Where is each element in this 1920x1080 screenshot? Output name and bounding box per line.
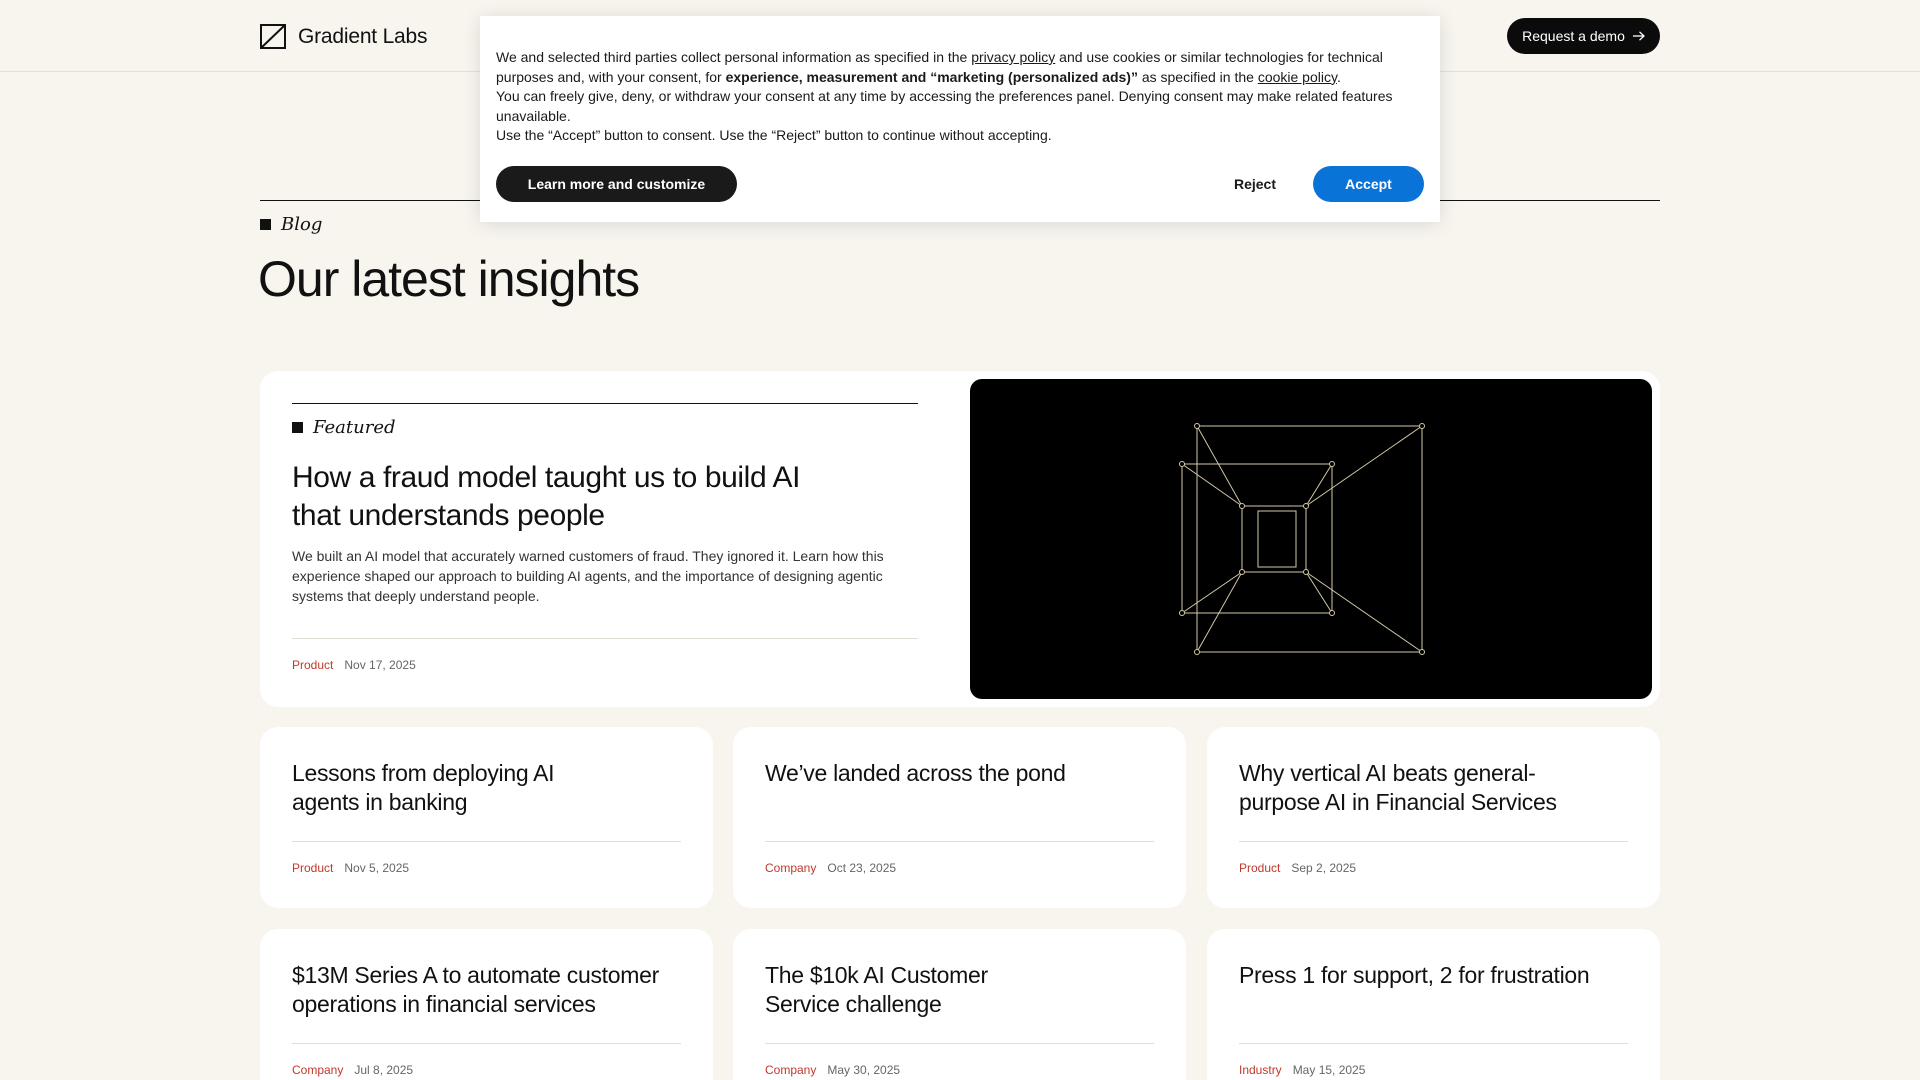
reject-button[interactable]: Reject bbox=[1200, 166, 1310, 202]
cookie-policy-link[interactable]: cookie policy bbox=[1258, 69, 1337, 85]
cookie-text-segment: We and selected third parties collect pe… bbox=[496, 49, 972, 65]
featured-post-image[interactable] bbox=[970, 379, 1652, 699]
post-category[interactable]: Company bbox=[765, 861, 816, 875]
post-divider bbox=[1239, 1043, 1628, 1044]
post-title[interactable]: Lessons from deploying AI agents in bank… bbox=[292, 759, 572, 817]
post-category[interactable]: Product bbox=[1239, 861, 1280, 875]
post-divider bbox=[1239, 841, 1628, 842]
arrow-right-icon bbox=[1632, 31, 1645, 41]
square-bullet-icon bbox=[260, 219, 271, 230]
post-meta: Product Nov 5, 2025 bbox=[292, 861, 409, 875]
featured-post-meta: Product Nov 17, 2025 bbox=[292, 658, 416, 672]
post-category[interactable]: Product bbox=[292, 861, 333, 875]
cookie-consent-banner: We and selected third parties collect pe… bbox=[480, 16, 1440, 222]
post-divider bbox=[292, 841, 681, 842]
post-divider bbox=[765, 1043, 1154, 1044]
learn-more-customize-button[interactable]: Learn more and customize bbox=[496, 166, 737, 202]
request-demo-label: Request a demo bbox=[1522, 28, 1625, 44]
post-title[interactable]: Why vertical AI beats general-purpose AI… bbox=[1239, 759, 1579, 817]
post-card[interactable]: The $10k AI Customer Service challenge C… bbox=[733, 929, 1186, 1080]
post-title[interactable]: Press 1 for support, 2 for frustration bbox=[1239, 961, 1639, 990]
post-date: Nov 17, 2025 bbox=[344, 658, 416, 672]
cookie-paragraph-3: Use the “Accept” button to consent. Use … bbox=[496, 127, 1052, 143]
post-category[interactable]: Industry bbox=[1239, 1063, 1282, 1077]
logo-text: Gradient Labs bbox=[298, 24, 428, 48]
featured-label: Featured bbox=[292, 417, 396, 438]
featured-meta-divider bbox=[292, 638, 918, 639]
post-title[interactable]: $13M Series A to automate customer opera… bbox=[292, 961, 692, 1019]
post-date: Oct 23, 2025 bbox=[827, 861, 897, 875]
cookie-text-segment: . bbox=[1336, 68, 1341, 85]
post-category[interactable]: Company bbox=[765, 1063, 816, 1077]
post-title[interactable]: We’ve landed across the pond bbox=[765, 759, 1165, 788]
post-title[interactable]: The $10k AI Customer Service challenge bbox=[765, 961, 1025, 1019]
post-date: May 30, 2025 bbox=[827, 1063, 901, 1077]
post-card[interactable]: Why vertical AI beats general-purpose AI… bbox=[1207, 727, 1660, 908]
page-title: Our latest insights bbox=[258, 251, 640, 307]
post-meta: Company May 30, 2025 bbox=[765, 1063, 900, 1077]
accept-button[interactable]: Accept bbox=[1313, 166, 1424, 202]
logo[interactable]: Gradient Labs bbox=[260, 24, 428, 49]
post-date: Sep 2, 2025 bbox=[1291, 861, 1357, 875]
cookie-text-bold: experience, measurement and “marketing (… bbox=[725, 68, 1138, 85]
post-category[interactable]: Company bbox=[292, 1063, 343, 1077]
request-demo-button[interactable]: Request a demo bbox=[1507, 18, 1660, 54]
privacy-policy-link[interactable]: privacy policy bbox=[971, 49, 1055, 65]
featured-label-text: Featured bbox=[313, 417, 396, 438]
post-meta: Company Oct 23, 2025 bbox=[765, 861, 896, 875]
section-label: Blog bbox=[260, 214, 322, 235]
cookie-paragraph-2: You can freely give, deny, or withdraw y… bbox=[496, 88, 1393, 124]
wireframe-tunnel-illustration bbox=[1179, 423, 1425, 655]
cookie-text-segment: as specified in the bbox=[1137, 68, 1258, 85]
post-card[interactable]: Press 1 for support, 2 for frustration I… bbox=[1207, 929, 1660, 1080]
post-date: May 15, 2025 bbox=[1292, 1063, 1366, 1077]
square-bullet-icon bbox=[292, 422, 303, 433]
gradient-labs-logo-icon bbox=[260, 24, 286, 49]
post-date: Nov 5, 2025 bbox=[344, 861, 410, 875]
featured-post-title[interactable]: How a fraud model taught us to build AI … bbox=[292, 459, 812, 535]
post-card[interactable]: Lessons from deploying AI agents in bank… bbox=[260, 727, 713, 908]
post-divider bbox=[292, 1043, 681, 1044]
blog-label: Blog bbox=[281, 214, 323, 235]
featured-post-description: We built an AI model that accurately war… bbox=[292, 548, 884, 604]
cookie-consent-text: We and selected third parties collect pe… bbox=[496, 48, 1421, 146]
post-meta: Industry May 15, 2025 bbox=[1239, 1063, 1365, 1077]
post-category[interactable]: Product bbox=[292, 658, 333, 672]
post-meta: Product Sep 2, 2025 bbox=[1239, 861, 1356, 875]
featured-post-card[interactable]: Featured How a fraud model taught us to … bbox=[260, 371, 1660, 707]
featured-divider bbox=[292, 403, 918, 404]
cookie-paragraph-1: We and selected third parties collect pe… bbox=[496, 48, 1421, 87]
post-divider bbox=[765, 841, 1154, 842]
post-card[interactable]: We’ve landed across the pond Company Oct… bbox=[733, 727, 1186, 908]
post-card[interactable]: $13M Series A to automate customer opera… bbox=[260, 929, 713, 1080]
post-meta: Company Jul 8, 2025 bbox=[292, 1063, 413, 1077]
post-date: Jul 8, 2025 bbox=[354, 1063, 414, 1077]
